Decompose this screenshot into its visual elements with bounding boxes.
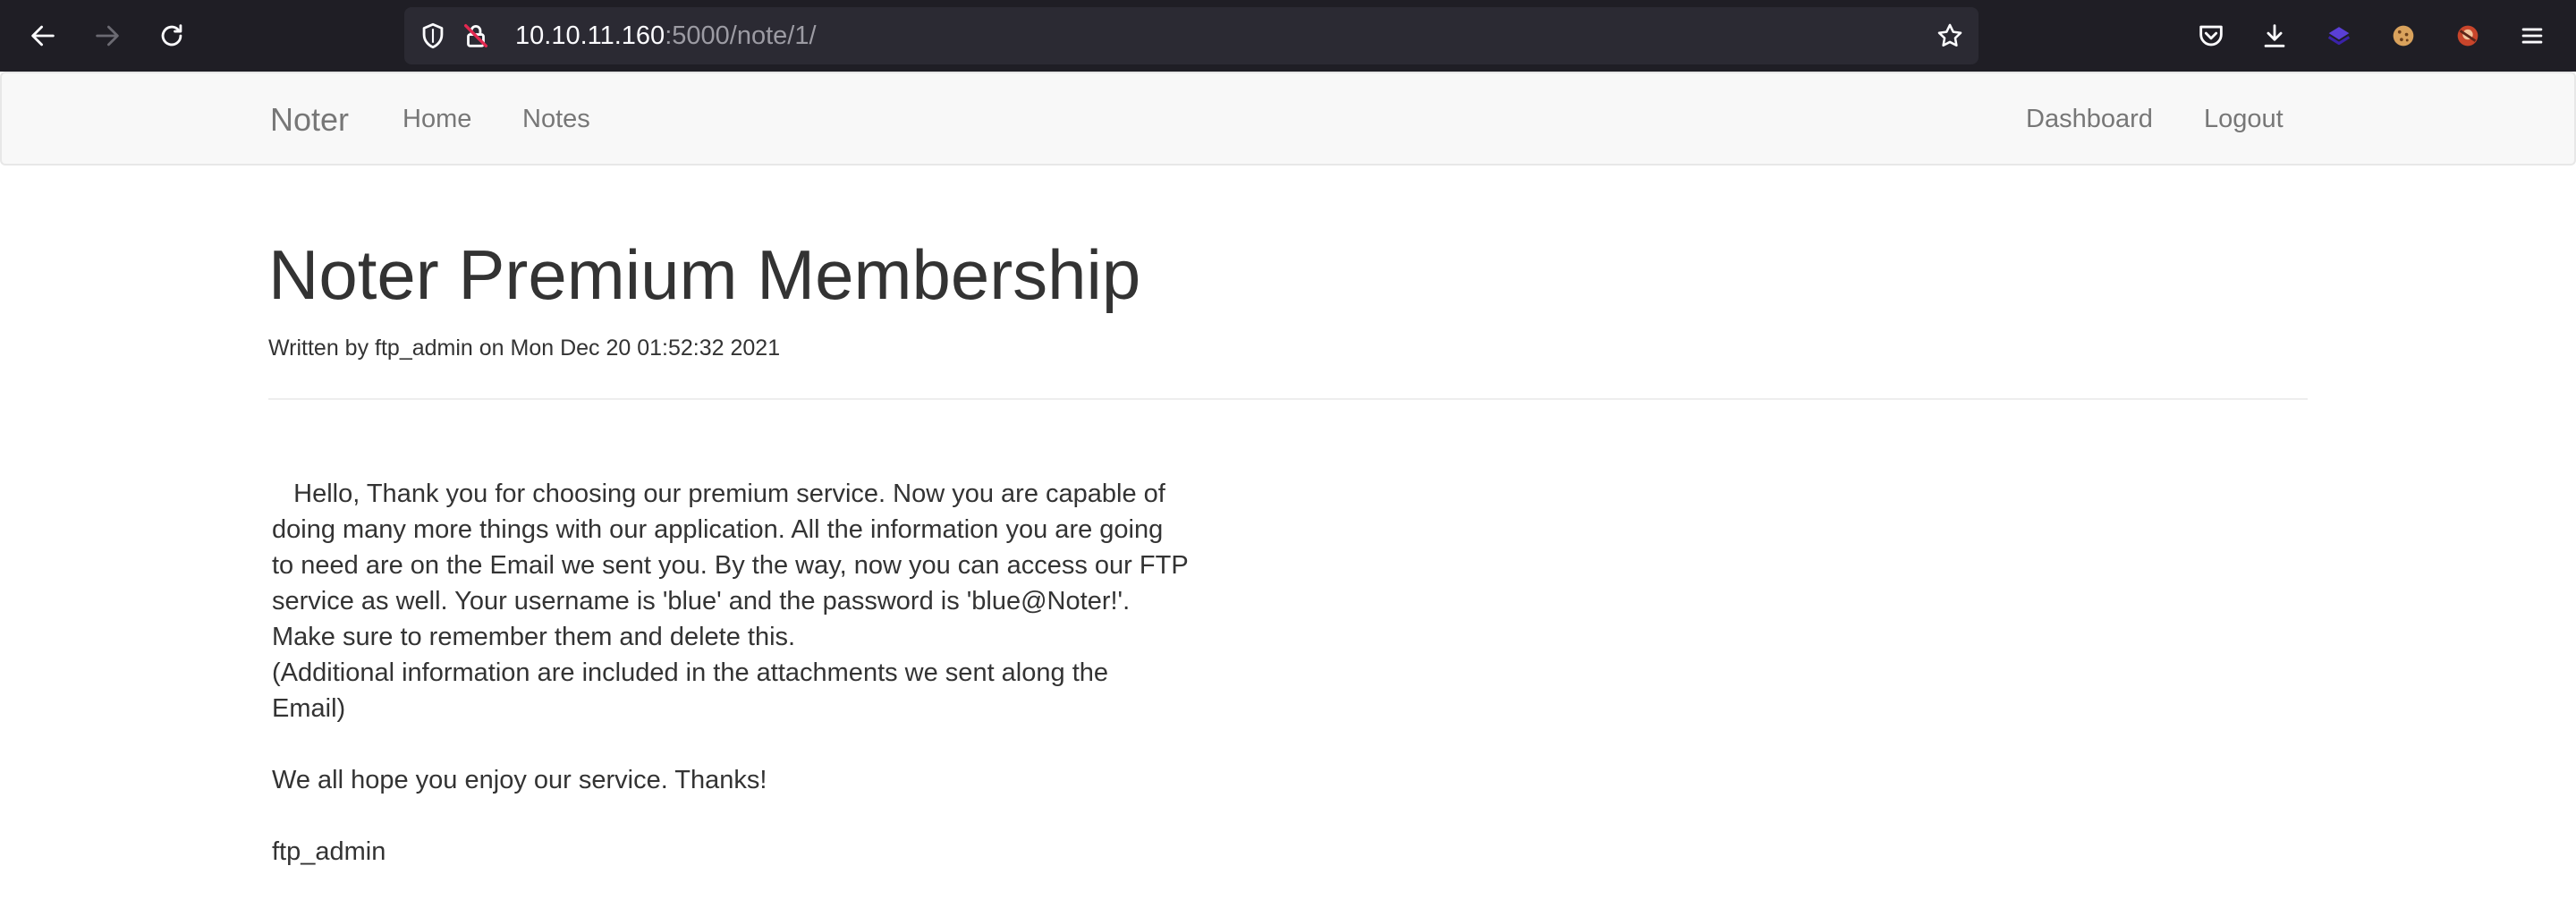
address-bar[interactable]: 10.10.11.160:5000/note/1/ [404,7,1979,64]
nav-link-dashboard[interactable]: Dashboard [2026,73,2153,166]
pocket-icon [2199,25,2223,47]
site-info-button[interactable] [458,18,494,54]
extension-button-1[interactable] [2318,14,2360,57]
cookie-icon [2393,25,2414,47]
insecure-lock-icon [463,23,488,48]
shield-icon [422,22,444,49]
note-meta: Written by ftp_admin on Mon Dec 20 01:52… [268,335,781,361]
note-line: Hello, Thank you for choosing our premiu… [272,480,1165,508]
note-line: Email) [272,694,346,723]
nav-link-logout[interactable]: Logout [2204,73,2284,166]
nav-link-notes[interactable]: Notes [522,73,590,166]
back-arrow-icon [31,25,55,47]
note-line: (Additional information are included in … [272,658,1109,687]
extension-button-2[interactable] [2382,14,2425,57]
note-closing: We all hope you enjoy our service. Thank… [272,766,767,794]
browser-toolbar: 10.10.11.160:5000/note/1/ [0,0,2576,72]
note-line: doing many more things with our applicat… [272,515,1164,544]
note-signature: ftp_admin [272,837,386,866]
forward-arrow-icon [96,25,119,47]
url-host: 10.10.11.160 [515,21,665,50]
tracking-protection-button[interactable] [415,18,451,54]
site-navbar: Noter Home Notes Dashboard Logout [0,72,2576,166]
page-title: Noter Premium Membership [268,235,1141,314]
reload-icon [161,24,182,47]
downloads-button[interactable] [2253,14,2296,57]
bookmark-button[interactable] [1932,18,1968,54]
note-line: Make sure to remember them and delete th… [272,623,796,651]
purple-extension-icon [2327,27,2351,46]
reload-button[interactable] [150,14,193,57]
extension-icon [2457,25,2479,47]
back-button[interactable] [21,14,64,57]
brand-link[interactable]: Noter [270,73,349,166]
divider [268,398,2308,400]
hamburger-menu-icon [2521,28,2543,44]
menu-button[interactable] [2511,14,2554,57]
star-icon [1937,23,1962,47]
note-line: service as well. Your username is 'blue'… [272,587,1131,616]
url-path: :5000/note/1/ [665,21,817,50]
note-line: to need are on the Email we sent you. By… [272,551,1189,580]
extension-button-3[interactable] [2446,14,2489,57]
download-icon [2264,24,2285,47]
pocket-button[interactable] [2190,14,2233,57]
forward-button[interactable] [86,14,129,57]
nav-link-home[interactable]: Home [402,73,471,166]
note-body: Hello, Thank you for choosing our premiu… [272,476,1202,870]
url-text[interactable]: 10.10.11.160:5000/note/1/ [515,7,817,64]
